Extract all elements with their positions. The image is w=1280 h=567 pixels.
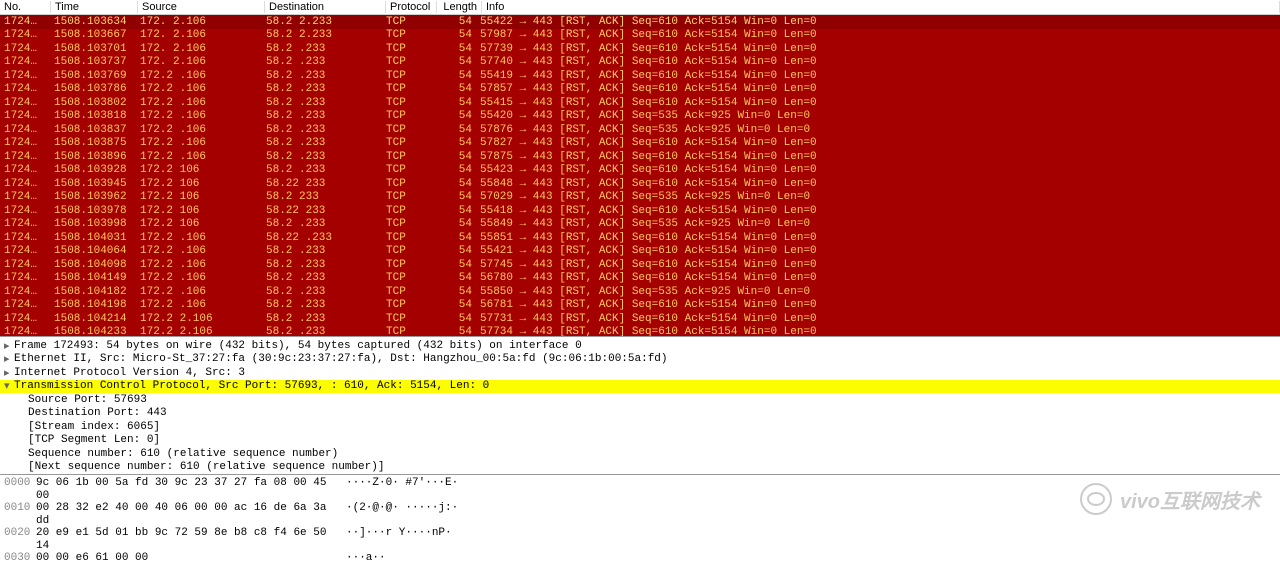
- packet-row[interactable]: 1724…1508.103837172.2 .10658.2 .233TCP54…: [0, 123, 1280, 137]
- watermark: vivo互联网技术: [1080, 483, 1260, 515]
- packet-row[interactable]: 1724…1508.103737172. 2.10658.2 .233TCP54…: [0, 56, 1280, 70]
- packet-row[interactable]: 1724…1508.103634172. 2.10658.2 2.233TCP5…: [0, 15, 1280, 29]
- dst-port-line[interactable]: Destination Port: 443: [0, 407, 1280, 421]
- stream-index-line[interactable]: [Stream index: 6065]: [0, 420, 1280, 434]
- watermark-text: vivo互联网技术: [1120, 485, 1260, 514]
- col-source[interactable]: Source: [138, 1, 265, 13]
- packet-row[interactable]: 1724…1508.104233172.2 2.10658.2 .233TCP5…: [0, 326, 1280, 338]
- packet-row[interactable]: 1724…1508.103962172.2 10658.2 233TCP5457…: [0, 191, 1280, 205]
- packet-row[interactable]: 1724…1508.104182172.2 .10658.2 .233TCP54…: [0, 285, 1280, 299]
- packet-row[interactable]: 1724…1508.103786172.2 .10658.2 .233TCP54…: [0, 83, 1280, 97]
- ethernet-line[interactable]: ▸Ethernet II, Src: Micro-St_37:27:fa (30…: [0, 353, 1280, 367]
- packet-row[interactable]: 1724…1508.104098172.2 .10658.2 .233TCP54…: [0, 258, 1280, 272]
- packet-row[interactable]: 1724…1508.104064172.2 .10658.2 .233TCP54…: [0, 245, 1280, 259]
- packet-row[interactable]: 1724…1508.103998172.2 10658.2 .233TCP545…: [0, 218, 1280, 232]
- packet-row[interactable]: 1724…1508.103701172. 2.10658.2 .233TCP54…: [0, 42, 1280, 56]
- chevron-right-icon: ▸: [4, 366, 14, 380]
- packet-row[interactable]: 1724…1508.104149172.2 .10658.2 .233TCP54…: [0, 272, 1280, 286]
- col-no[interactable]: No.: [0, 1, 51, 13]
- chevron-down-icon: ▾: [4, 379, 14, 393]
- chevron-right-icon: ▸: [4, 352, 14, 366]
- byte-row[interactable]: 003000 00 e6 61 00 00···a··: [4, 552, 1276, 565]
- col-protocol[interactable]: Protocol: [386, 1, 437, 13]
- next-seq-line[interactable]: [Next sequence number: 610 (relative seq…: [0, 461, 1280, 475]
- col-info[interactable]: Info: [482, 1, 1280, 13]
- packet-list-pane[interactable]: No. Time Source Destination Protocol Len…: [0, 0, 1280, 337]
- packet-row[interactable]: 1724…1508.104214172.2 2.10658.2 .233TCP5…: [0, 312, 1280, 326]
- byte-row[interactable]: 002020 e9 e1 5d 01 bb 9c 72 59 8e b8 c8 …: [4, 527, 1276, 552]
- src-port-line[interactable]: Source Port: 57693: [0, 393, 1280, 407]
- col-length[interactable]: Length: [437, 1, 482, 13]
- packet-row[interactable]: 1724…1508.103928172.2 10658.2 .233TCP545…: [0, 164, 1280, 178]
- packet-details-pane[interactable]: ▸Frame 172493: 54 bytes on wire (432 bit…: [0, 337, 1280, 475]
- packet-row[interactable]: 1724…1508.103978172.2 10658.22 233TCP545…: [0, 204, 1280, 218]
- ip-line[interactable]: ▸Internet Protocol Version 4, Src: 3: [0, 366, 1280, 380]
- column-headers[interactable]: No. Time Source Destination Protocol Len…: [0, 0, 1280, 15]
- chevron-right-icon: ▸: [4, 339, 14, 353]
- packet-row[interactable]: 1724…1508.103896172.2 .10658.2 .233TCP54…: [0, 150, 1280, 164]
- packet-row[interactable]: 1724…1508.104031172.2 .10658.22 .233TCP5…: [0, 231, 1280, 245]
- seg-len-line[interactable]: [TCP Segment Len: 0]: [0, 434, 1280, 448]
- tcp-line[interactable]: ▾Transmission Control Protocol, Src Port…: [0, 380, 1280, 394]
- wechat-icon: [1080, 483, 1112, 515]
- packet-row[interactable]: 1724…1508.103818172.2 .10658.2 .233TCP54…: [0, 110, 1280, 124]
- packet-row[interactable]: 1724…1508.103945172.2 10658.22 233TCP545…: [0, 177, 1280, 191]
- packet-row[interactable]: 1724…1508.103875172.2 .10658.2 .233TCP54…: [0, 137, 1280, 151]
- packet-row[interactable]: 1724…1508.103667172. 2.10658.2 2.233TCP5…: [0, 29, 1280, 43]
- col-time[interactable]: Time: [51, 1, 138, 13]
- seq-num-line[interactable]: Sequence number: 610 (relative sequence …: [0, 447, 1280, 461]
- packet-row[interactable]: 1724…1508.103769172.2 .10658.2 .233TCP54…: [0, 69, 1280, 83]
- col-destination[interactable]: Destination: [265, 1, 386, 13]
- packet-row[interactable]: 1724…1508.104198172.2 .10658.2 .233TCP54…: [0, 299, 1280, 313]
- packet-row[interactable]: 1724…1508.103802172.2 .10658.2 .233TCP54…: [0, 96, 1280, 110]
- frame-line[interactable]: ▸Frame 172493: 54 bytes on wire (432 bit…: [0, 339, 1280, 353]
